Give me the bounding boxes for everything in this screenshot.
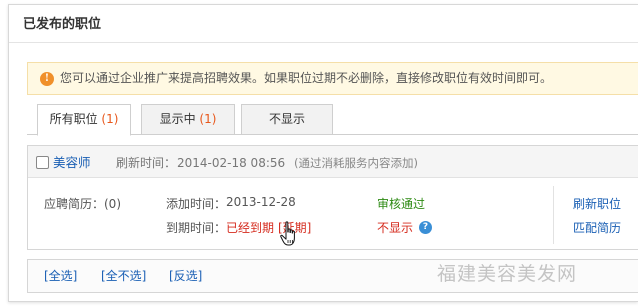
job-item: 美容师 刷新时间： 2014-02-18 08:56 (通过消耗服务内容添加) …	[27, 145, 638, 250]
expire-time-value: 已经到期	[226, 221, 275, 235]
job-panel: 已发布的职位 ! 您可以通过企业推广来提高招聘效果。如果职位过期不必删除，直接修…	[8, 4, 638, 302]
tab-hidden[interactable]: 不显示	[241, 104, 333, 135]
panel-title: 已发布的职位	[9, 5, 638, 43]
notice-bar: ! 您可以通过企业推广来提高招聘效果。如果职位过期不必删除，直接修改职位有效时间…	[27, 62, 638, 95]
job-item-header: 美容师 刷新时间： 2014-02-18 08:56 (通过消耗服务内容添加)	[28, 146, 638, 178]
help-icon[interactable]: ?	[419, 221, 432, 234]
refresh-time-value: 2014-02-18 08:56	[177, 156, 286, 170]
display-status: 不显示	[377, 221, 414, 235]
added-time-label: 添加时间：	[166, 197, 227, 211]
resume-count[interactable]: 应聘简历：(0)	[44, 195, 121, 212]
tab-all-jobs[interactable]: 所有职位 (1)	[37, 104, 131, 136]
tab-label: 显示中	[159, 112, 196, 126]
tab-bar: 所有职位 (1) 显示中 (1) 不显示	[27, 104, 638, 136]
select-none-link[interactable]: [全不选]	[101, 260, 146, 292]
tab-count: (1)	[199, 112, 217, 126]
tab-showing[interactable]: 显示中 (1)	[141, 104, 235, 135]
tab-count: (1)	[101, 112, 119, 126]
select-all-link[interactable]: [全选]	[44, 260, 77, 292]
audit-status: 审核通过	[377, 197, 426, 211]
tab-label: 不显示	[268, 112, 305, 126]
watermark: 福建美容美发网	[437, 263, 578, 285]
exclamation-icon: !	[40, 72, 54, 86]
match-resume-link[interactable]: 匹配简历	[573, 219, 621, 236]
divider	[553, 186, 554, 244]
job-select-checkbox[interactable]	[36, 156, 49, 169]
invert-selection-link[interactable]: [反选]	[169, 260, 202, 292]
refresh-time-label: 刷新时间：	[116, 156, 177, 170]
refresh-note: (通过消耗服务内容添加)	[294, 156, 418, 170]
job-title-link[interactable]: 美容师	[53, 146, 91, 180]
hand-cursor-icon	[280, 221, 295, 246]
expire-time-label: 到期时间：	[166, 221, 227, 235]
tab-label: 所有职位	[49, 112, 98, 126]
added-time-value: 2013-12-28	[226, 195, 296, 209]
notice-text: 您可以通过企业推广来提高招聘效果。如果职位过期不必删除，直接修改职位有效时间即可…	[60, 71, 553, 85]
refresh-job-link[interactable]: 刷新职位	[573, 195, 621, 212]
